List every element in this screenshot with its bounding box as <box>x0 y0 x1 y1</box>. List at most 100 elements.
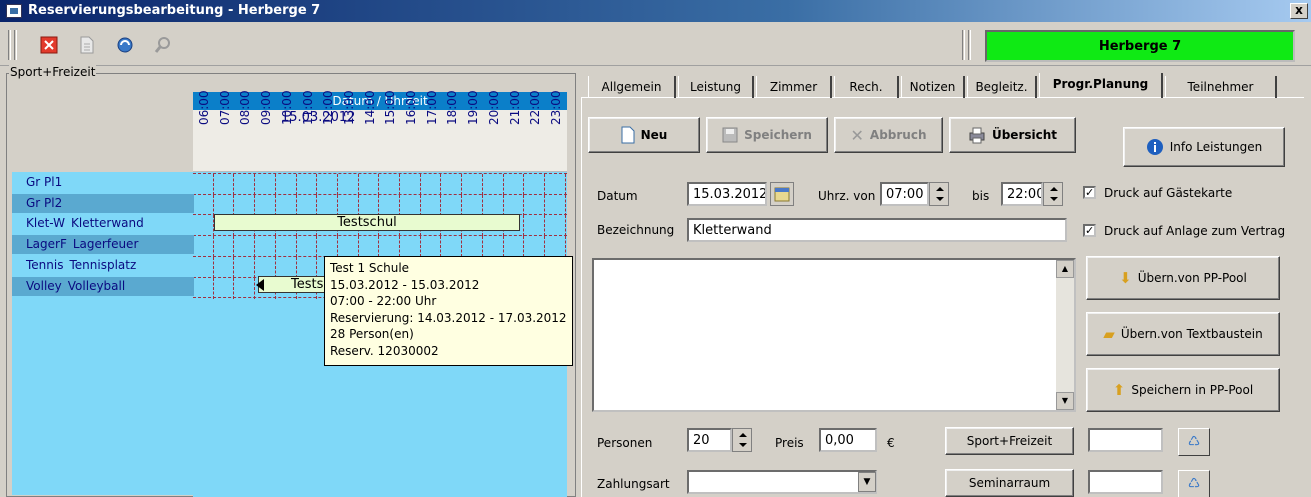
hour-gridline <box>461 194 463 216</box>
hour-gridline <box>295 236 297 258</box>
neu-button[interactable]: Neu <box>588 117 700 153</box>
toolbar-grip-4[interactable] <box>968 30 971 60</box>
bis-label: bis <box>972 189 990 203</box>
calendar-button[interactable] <box>770 182 794 206</box>
resource-row[interactable]: Tennis Tennisplatz <box>12 256 194 275</box>
hour-label: 11:00 <box>300 90 315 125</box>
hour-gridline <box>233 174 235 195</box>
hour-gridline <box>564 215 566 237</box>
speichern-pp-pool-button[interactable]: ⬆ Speichern in PP-Pool <box>1086 368 1280 412</box>
schedule-row[interactable] <box>193 235 567 258</box>
refresh-icon[interactable] <box>114 34 136 56</box>
tab-notizen[interactable]: Notizen <box>901 76 965 98</box>
von-field[interactable]: 07:00 <box>880 182 929 206</box>
tab-rech[interactable]: Rech. <box>834 76 899 98</box>
personen-label: Personen <box>597 436 653 450</box>
close-window-button[interactable]: x <box>1290 3 1308 19</box>
toolbar-grip[interactable] <box>8 30 11 60</box>
tab-progrplanung[interactable]: Progr.Planung <box>1039 73 1163 98</box>
tab-zimmer[interactable]: Zimmer <box>756 76 832 98</box>
hour-gridline <box>543 194 545 216</box>
abbruch-x-icon: ✕ <box>850 125 864 145</box>
recycle-bin-button[interactable]: ♺ <box>1178 428 1210 456</box>
chevron-down-icon[interactable]: ▼ <box>858 472 876 492</box>
resource-row[interactable]: Gr Pl2 <box>12 193 194 213</box>
toolbar-grip-3[interactable] <box>962 30 965 60</box>
resource-row[interactable]: LagerF Lagerfeuer <box>12 235 194 255</box>
bis-spinner[interactable] <box>1043 182 1063 206</box>
hour-gridline <box>212 277 214 299</box>
hour-gridline <box>378 174 380 195</box>
druck-anlage-checkbox[interactable]: ✓ <box>1083 224 1096 237</box>
scroll-down-arrow[interactable]: ▼ <box>1056 392 1074 410</box>
hour-gridline <box>274 236 276 258</box>
resource-row[interactable]: Volley Volleyball <box>12 276 194 296</box>
hour-gridline <box>481 236 483 258</box>
tab-teilnehmer[interactable]: Teilnehmer <box>1165 76 1277 98</box>
tab-allgemein[interactable]: Allgemein <box>588 76 676 98</box>
schedule-row[interactable] <box>193 173 567 195</box>
datum-field[interactable]: 15.03.2012 <box>687 182 767 206</box>
hour-label: 21:00 <box>507 90 522 125</box>
hour-gridline <box>357 174 359 195</box>
scroll-up-arrow[interactable]: ▲ <box>1056 260 1074 278</box>
druck-gaeste-checkbox[interactable]: ✓ <box>1083 186 1096 199</box>
document-icon[interactable] <box>76 34 98 56</box>
tab-leistung[interactable]: Leistung <box>678 76 754 98</box>
notes-scrollbar[interactable]: ▲ ▼ <box>1056 260 1074 410</box>
preis-field[interactable]: 0,00 <box>819 428 877 452</box>
sport-freizeit-button[interactable]: Sport+Freizeit <box>945 427 1074 455</box>
hour-gridline <box>357 194 359 216</box>
hour-gridline <box>523 194 525 216</box>
info-icon <box>1146 139 1163 155</box>
search-icon[interactable] <box>152 34 174 56</box>
hour-gridline <box>523 215 525 237</box>
hour-gridline <box>440 174 442 195</box>
tooltip-line: 07:00 - 22:00 Uhr <box>330 294 437 308</box>
hour-gridline <box>233 256 235 278</box>
notes-textarea[interactable] <box>592 258 1076 412</box>
personen-field[interactable]: 20 <box>687 428 732 452</box>
toolbar-grip-2[interactable] <box>14 30 17 60</box>
close-red-icon[interactable] <box>38 34 60 56</box>
bis-field[interactable]: 22:00 <box>1001 182 1043 206</box>
von-spinner[interactable] <box>929 182 949 206</box>
bezeichnung-field[interactable]: Kletterwand <box>687 218 1067 242</box>
personen-spinner[interactable] <box>732 428 752 452</box>
tooltip-line: 15.03.2012 - 15.03.2012 <box>330 277 480 292</box>
resource-row[interactable]: Gr Pl1 <box>12 173 194 192</box>
booking-bar[interactable]: Testsc <box>258 276 328 293</box>
resource-code: Volley <box>26 278 62 293</box>
hour-gridline <box>378 236 380 258</box>
booking-tooltip: Test 1 Schule 15.03.2012 - 15.03.2012 07:0… <box>324 256 573 366</box>
window: Reservierungsbearbeitung - Herberge 7 x … <box>0 0 1311 497</box>
speichern-button[interactable]: Speichern <box>706 117 828 153</box>
zahlungsart-select[interactable] <box>687 470 877 494</box>
uebersicht-button[interactable]: Übersicht <box>949 117 1076 153</box>
recycle-bin-button-2[interactable]: ♺ <box>1178 470 1210 497</box>
seminarraum-value[interactable] <box>1088 470 1163 494</box>
hour-gridline <box>461 236 463 258</box>
tooltip-line: Reserv. 12030002 <box>330 343 439 358</box>
info-leistungen-button[interactable]: Info Leistungen <box>1123 127 1285 167</box>
abbruch-button[interactable]: ✕ Abbruch <box>834 117 943 153</box>
uebern-textbaustein-button[interactable]: ▰ Übern.von Textbaustein <box>1086 312 1280 356</box>
hour-gridline <box>399 174 400 195</box>
hour-gridline <box>378 194 380 216</box>
hour-label: 15:00 <box>383 90 398 125</box>
sport-freizeit-value[interactable] <box>1088 428 1163 452</box>
save-icon <box>722 127 738 143</box>
booking-bar[interactable]: Testschul <box>214 214 520 231</box>
uebern-pp-pool-button[interactable]: ⬇ Übern.von PP-Pool <box>1086 256 1280 300</box>
bezeichnung-label: Bezeichnung <box>597 223 675 237</box>
window-title: Reservierungsbearbeitung - Herberge 7 <box>28 3 321 18</box>
folder-icon: ▰ <box>1103 325 1115 343</box>
resource-row[interactable]: Klet-W Kletterwand <box>12 214 194 233</box>
tab-begleitz[interactable]: Begleitz. <box>967 76 1037 98</box>
trash-icon: ♺ <box>1187 476 1201 492</box>
schedule-row[interactable] <box>193 193 567 216</box>
seminarraum-button[interactable]: Seminarraum <box>945 469 1074 497</box>
hour-label: 14:00 <box>362 90 377 125</box>
hour-gridline <box>523 174 525 195</box>
hour-gridline <box>502 194 504 216</box>
